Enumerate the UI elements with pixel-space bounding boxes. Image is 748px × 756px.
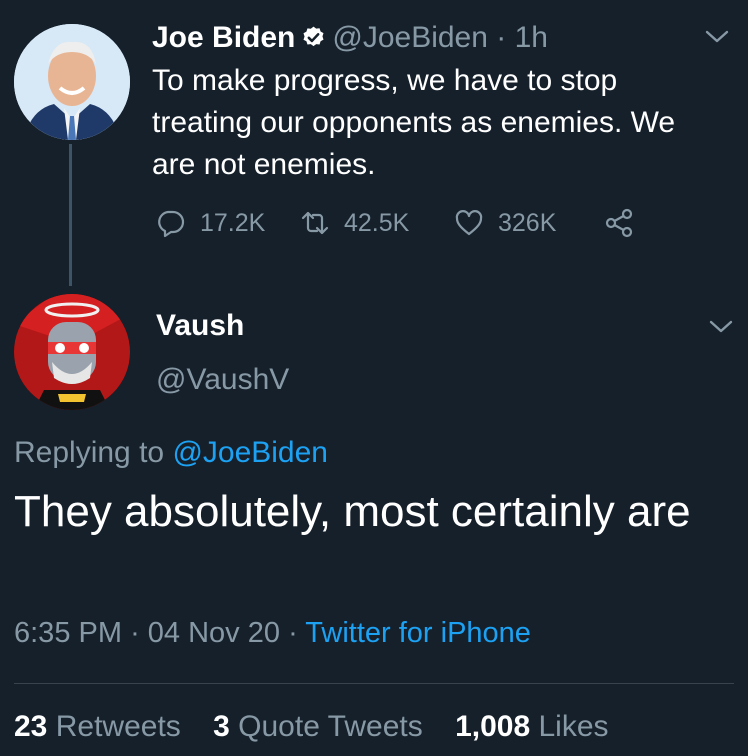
thread-line — [69, 144, 72, 286]
parent-tweet-text: To make progress, we have to stop treati… — [152, 64, 676, 181]
retweets-stat[interactable]: 23 Retweets — [14, 710, 181, 743]
share-action[interactable] — [604, 200, 648, 246]
chevron-down-icon[interactable] — [704, 28, 730, 46]
retweets-label: Retweets — [55, 710, 181, 743]
reply-author-name[interactable]: Vaush — [156, 306, 244, 346]
quotes-count: 3 — [213, 710, 230, 743]
reply-tweet-text: They absolutely, most certainly are — [14, 487, 691, 536]
header-separator: · — [496, 21, 507, 54]
like-action[interactable]: 326K — [454, 200, 556, 246]
verified-badge-icon — [303, 26, 324, 47]
share-icon — [605, 208, 633, 238]
parent-tweet-header: Joe Biden @JoeBiden · 1h — [152, 18, 548, 58]
reply-icon — [158, 210, 185, 238]
replying-to: Replying to @JoeBiden — [14, 432, 328, 474]
reply-action[interactable]: 17.2K — [156, 200, 265, 246]
likes-label: Likes — [538, 710, 609, 743]
reply-count: 17.2K — [200, 208, 266, 237]
reply-author-handle[interactable]: @VaushV — [156, 360, 289, 400]
retweets-count: 23 — [14, 710, 48, 743]
quotes-label: Quote Tweets — [238, 710, 423, 743]
likes-count: 1,008 — [455, 710, 531, 743]
tweet-source-link[interactable]: Twitter for iPhone — [305, 617, 531, 649]
parent-handle[interactable]: @JoeBiden — [332, 21, 488, 54]
tweet-time[interactable]: 6:35 PM — [14, 617, 122, 649]
likes-stat[interactable]: 1,008 Likes — [455, 710, 608, 743]
like-icon — [455, 210, 483, 236]
chevron-down-icon[interactable] — [708, 318, 734, 336]
like-count: 326K — [498, 208, 557, 237]
joe-biden-avatar[interactable] — [14, 24, 130, 140]
meta-dot: · — [130, 617, 140, 649]
replying-to-handle-link[interactable]: @JoeBiden — [172, 436, 328, 469]
parent-time[interactable]: 1h — [515, 21, 548, 54]
parent-author-name[interactable]: Joe Biden — [152, 21, 295, 54]
quote-tweets-stat[interactable]: 3 Quote Tweets — [213, 710, 423, 743]
vaush-avatar[interactable] — [14, 294, 130, 410]
retweet-action[interactable]: 42.5K — [300, 200, 409, 246]
retweet-icon — [301, 211, 329, 235]
retweet-count: 42.5K — [344, 208, 410, 237]
divider — [14, 683, 734, 684]
tweet-metadata: 6:35 PM · 04 Nov 20 · Twitter for iPhone — [14, 613, 531, 653]
replying-to-prefix: Replying to — [14, 436, 165, 469]
meta-dot: · — [288, 617, 298, 649]
engagement-stats: 23 Retweets 3 Quote Tweets 1,008 Likes — [14, 706, 633, 748]
tweet-date[interactable]: 04 Nov 20 — [148, 617, 280, 649]
